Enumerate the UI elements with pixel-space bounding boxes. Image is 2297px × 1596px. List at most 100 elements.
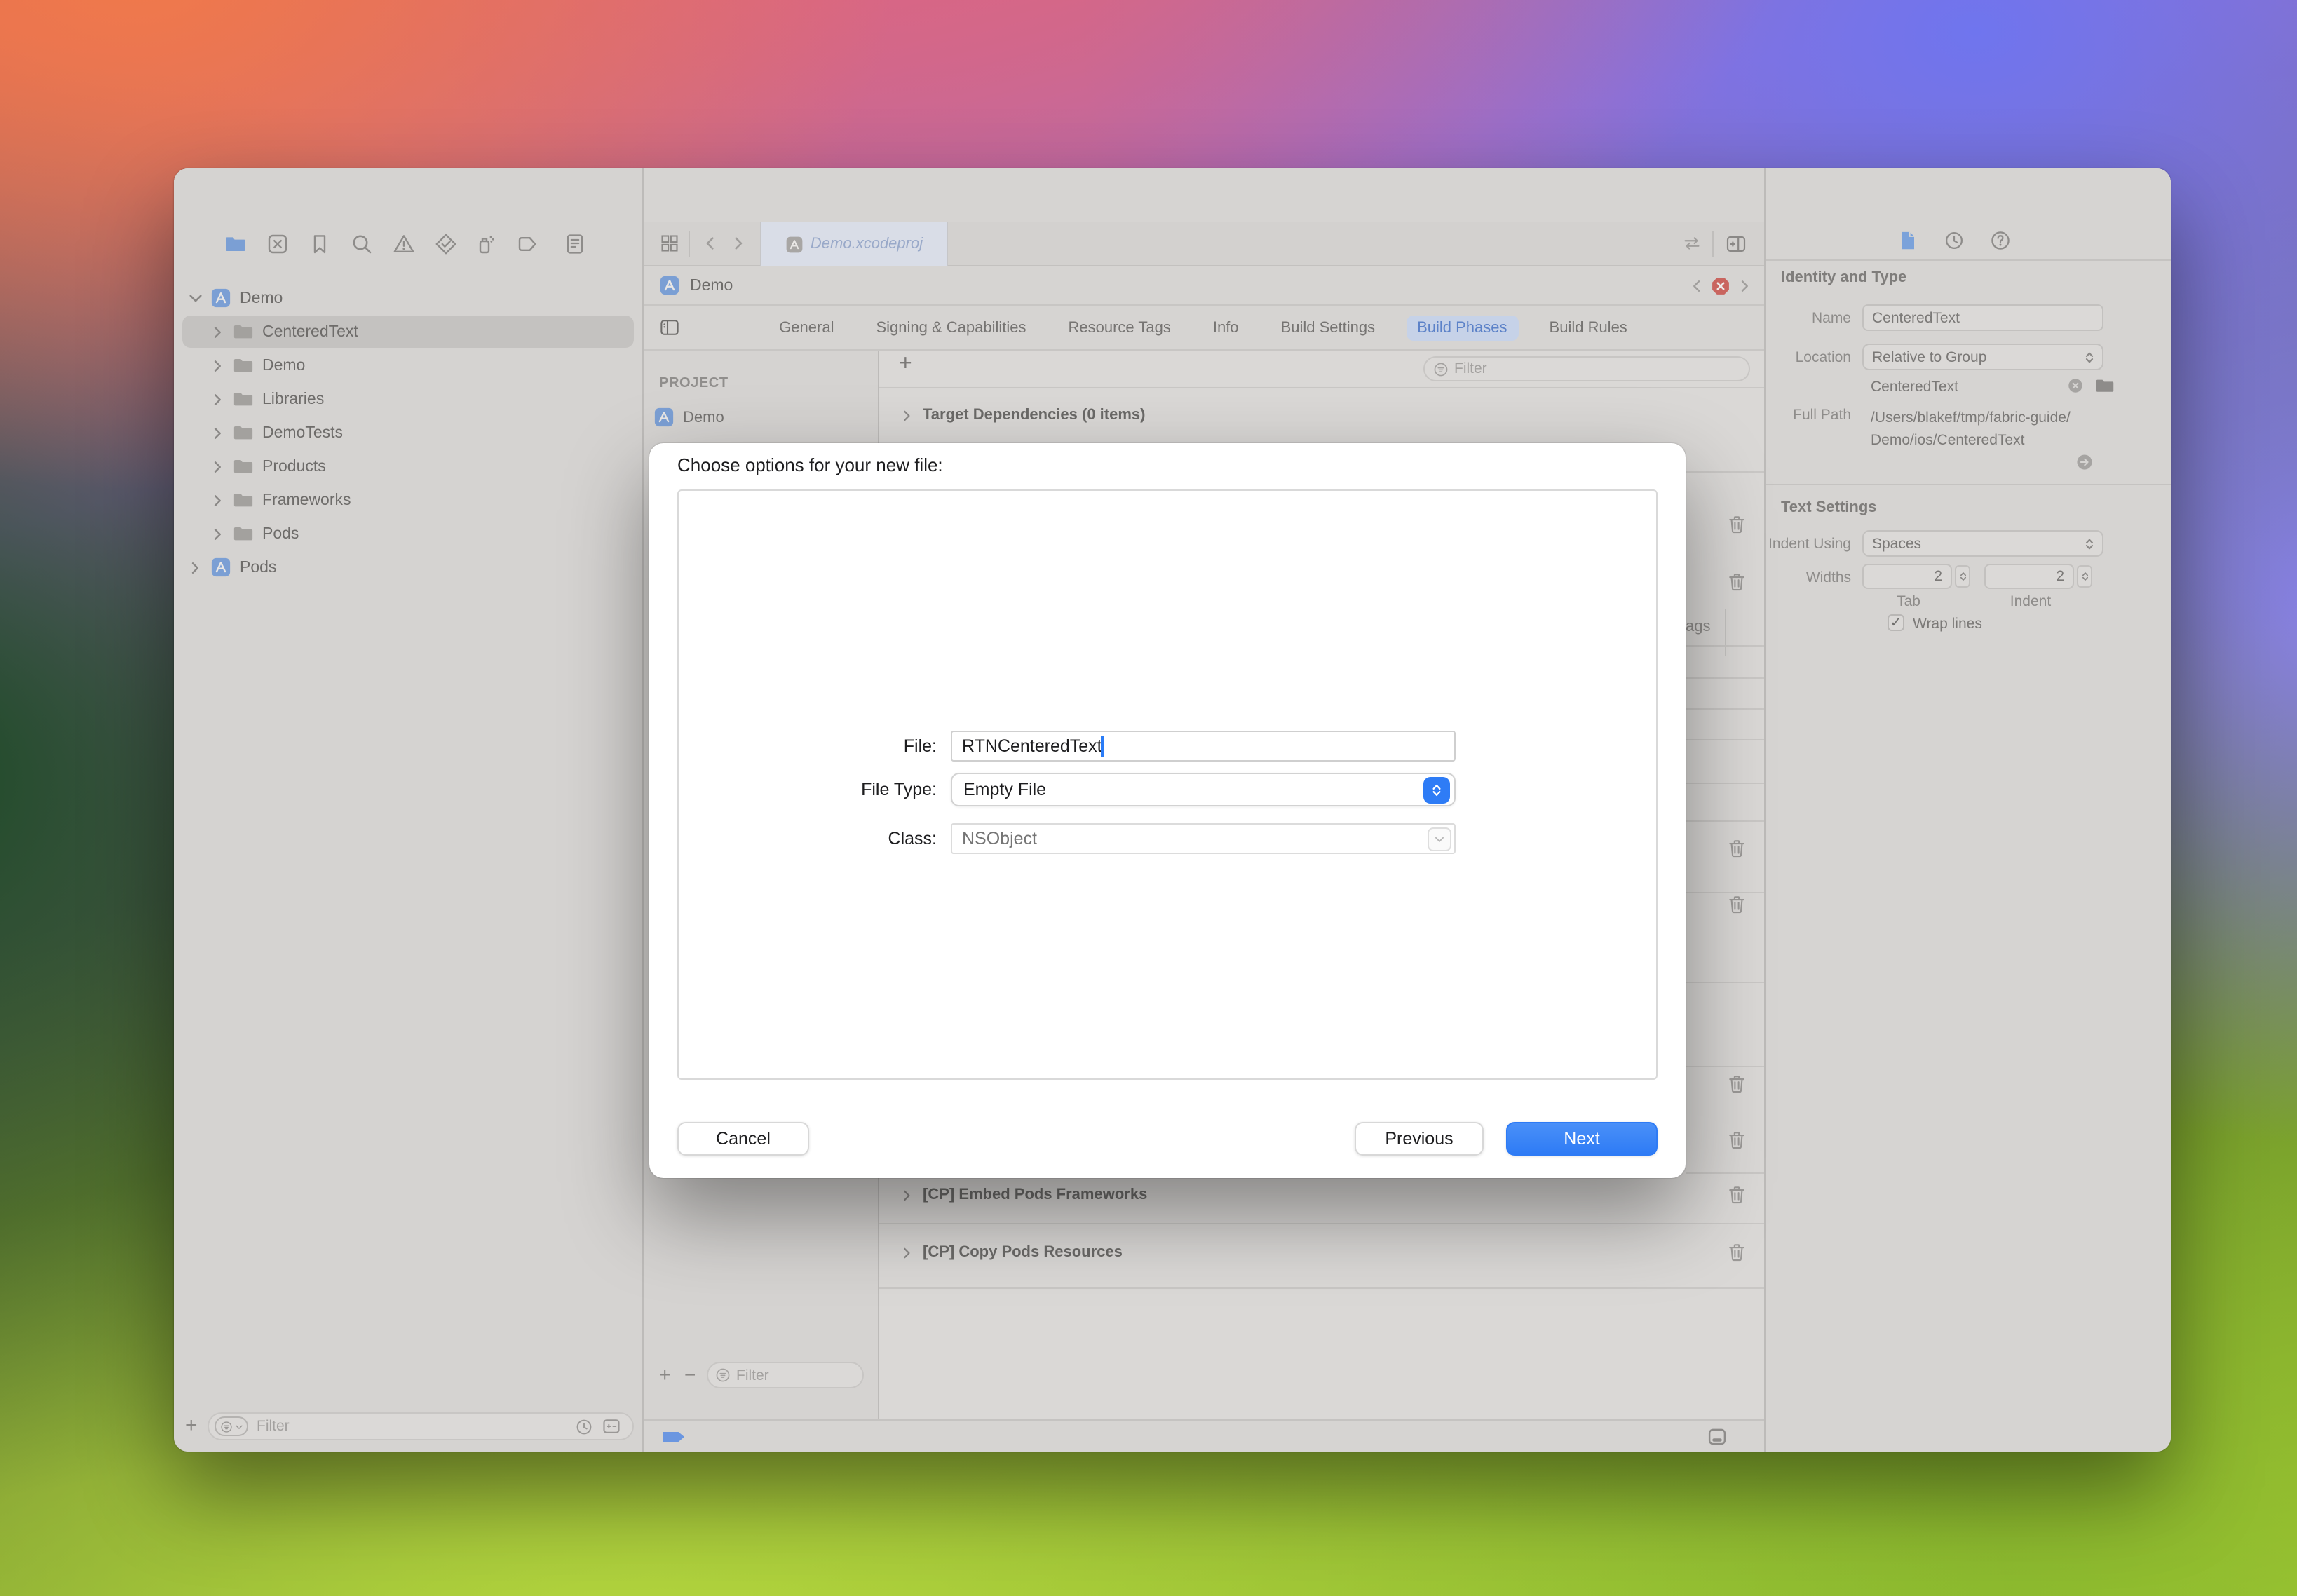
breakpoint-flag-icon[interactable] xyxy=(663,1429,684,1445)
separator xyxy=(1686,471,1764,473)
tree-row-demotests[interactable]: DemoTests xyxy=(174,417,642,449)
folder-icon xyxy=(233,355,254,376)
report-icon[interactable] xyxy=(564,233,586,255)
file-name-input[interactable] xyxy=(951,731,1456,762)
forward-icon[interactable] xyxy=(729,234,747,252)
tab-signing[interactable]: Signing & Capabilities xyxy=(865,315,1037,340)
recent-files-icon[interactable] xyxy=(575,1417,593,1435)
display-icon[interactable] xyxy=(1707,1426,1728,1447)
editor-swap-icon[interactable] xyxy=(1681,233,1702,254)
open-path-icon[interactable] xyxy=(2075,453,2094,471)
disclosure-open-icon[interactable] xyxy=(187,289,205,307)
phase-copy-pods-resources[interactable]: [CP] Copy Pods Resources xyxy=(899,1238,1123,1266)
tree-row-centeredtext[interactable]: CenteredText xyxy=(174,316,642,348)
disclosure-closed-icon[interactable] xyxy=(209,323,226,340)
trash-icon[interactable] xyxy=(1726,1073,1747,1095)
phase-embed-pods-frameworks[interactable]: [CP] Embed Pods Frameworks xyxy=(899,1181,1147,1209)
inspector-divider[interactable] xyxy=(1764,168,1766,1452)
project-item-demo[interactable]: Demo xyxy=(653,407,724,428)
disclosure-closed-icon[interactable] xyxy=(899,407,914,423)
trash-icon[interactable] xyxy=(1726,571,1747,593)
tab-demo-xcodeproj[interactable]: Demo.xcodeproj xyxy=(760,222,948,266)
tab-general[interactable]: General xyxy=(768,315,845,340)
previous-button[interactable]: Previous xyxy=(1355,1122,1484,1156)
navigator-filter-field[interactable]: Filter xyxy=(208,1412,634,1440)
disclosure-closed-icon[interactable] xyxy=(209,525,226,542)
disclosure-closed-icon[interactable] xyxy=(187,559,203,576)
bookmark-icon[interactable] xyxy=(309,233,331,255)
disclosure-closed-icon[interactable] xyxy=(209,492,226,508)
project-navigator-icon[interactable] xyxy=(224,233,247,255)
file-type-popup[interactable]: Empty File xyxy=(951,773,1456,806)
indent-width-stepper[interactable] xyxy=(2077,565,2092,588)
tree-row-pods[interactable]: Pods xyxy=(174,518,642,550)
issue-icon[interactable] xyxy=(393,233,415,255)
issue-badge-icon[interactable] xyxy=(1711,276,1730,295)
scm-status-icon[interactable] xyxy=(602,1416,621,1436)
debug-icon[interactable] xyxy=(474,233,496,255)
tab-build-rules[interactable]: Build Rules xyxy=(1538,315,1639,340)
source-control-icon[interactable] xyxy=(266,233,289,255)
tree-row-libraries[interactable]: Libraries xyxy=(174,383,642,415)
disclosure-closed-icon[interactable] xyxy=(209,357,226,374)
tree-row-demo[interactable]: Demo xyxy=(174,349,642,381)
folder-icon xyxy=(233,456,254,477)
file-inspector-icon[interactable] xyxy=(1897,230,1918,251)
clear-icon[interactable] xyxy=(2067,377,2084,394)
wrap-lines-checkbox[interactable]: ✓ xyxy=(1888,614,1904,631)
class-combo-input[interactable] xyxy=(951,823,1456,854)
breakpoint-icon[interactable] xyxy=(516,233,538,255)
trash-icon[interactable] xyxy=(1726,1184,1747,1206)
location-popup[interactable]: Relative to Group xyxy=(1862,344,2103,370)
add-file-button[interactable]: + xyxy=(185,1414,198,1438)
tab-width-field[interactable]: 2 xyxy=(1862,564,1952,589)
navigator-divider[interactable] xyxy=(642,168,644,1452)
issue-next-icon[interactable] xyxy=(1736,277,1753,294)
tree-row-frameworks[interactable]: Frameworks xyxy=(174,484,642,516)
tree-row-project-pods[interactable]: Pods xyxy=(174,551,642,583)
test-icon[interactable] xyxy=(435,233,457,255)
trash-icon[interactable] xyxy=(1726,513,1747,536)
indent-width-field[interactable]: 2 xyxy=(1984,564,2074,589)
indent-using-popup[interactable]: Spaces xyxy=(1862,530,2103,557)
tab-build-settings[interactable]: Build Settings xyxy=(1270,315,1387,340)
cancel-button[interactable]: Cancel xyxy=(677,1122,809,1156)
trash-icon[interactable] xyxy=(1726,893,1747,916)
tree-row-products[interactable]: Products xyxy=(174,450,642,482)
disclosure-closed-icon[interactable] xyxy=(899,1245,914,1260)
related-items-icon[interactable] xyxy=(659,233,680,254)
separator xyxy=(1686,982,1764,983)
remove-target-button[interactable]: − xyxy=(684,1363,696,1386)
quick-help-icon[interactable] xyxy=(1990,230,2011,251)
back-icon[interactable] xyxy=(701,234,719,252)
add-phase-button[interactable]: + xyxy=(899,352,912,377)
trash-icon[interactable] xyxy=(1726,1241,1747,1264)
tab-build-phases[interactable]: Build Phases xyxy=(1406,315,1518,340)
tab-resource-tags[interactable]: Resource Tags xyxy=(1057,315,1182,340)
tab-info[interactable]: Info xyxy=(1202,315,1250,340)
tab-width-stepper[interactable] xyxy=(1955,565,1970,588)
next-button[interactable]: Next xyxy=(1506,1122,1658,1156)
phase-target-dependencies[interactable]: Target Dependencies (0 items) xyxy=(899,401,1145,429)
choose-folder-icon[interactable] xyxy=(2095,376,2115,395)
tab-title: Demo.xcodeproj xyxy=(811,236,923,252)
split-editor-icon[interactable] xyxy=(1725,233,1747,255)
filter-menu-icon[interactable] xyxy=(215,1416,248,1436)
combo-chevron-icon[interactable] xyxy=(1428,827,1451,851)
name-field[interactable]: CenteredText xyxy=(1862,304,2103,331)
targets-filter-field[interactable]: Filter xyxy=(707,1362,864,1388)
disclosure-closed-icon[interactable] xyxy=(899,1187,914,1203)
disclosure-closed-icon[interactable] xyxy=(209,424,226,441)
trash-icon[interactable] xyxy=(1726,1129,1747,1151)
find-icon[interactable] xyxy=(351,233,373,255)
membership-panel-icon[interactable] xyxy=(659,317,680,338)
disclosure-closed-icon[interactable] xyxy=(209,391,226,407)
phases-filter-field[interactable]: Filter xyxy=(1423,356,1750,381)
jumpbar-item[interactable]: Demo xyxy=(690,277,733,294)
disclosure-closed-icon[interactable] xyxy=(209,458,226,475)
tree-row-project-demo[interactable]: Demo xyxy=(174,282,642,314)
history-inspector-icon[interactable] xyxy=(1944,230,1965,251)
trash-icon[interactable] xyxy=(1726,837,1747,860)
add-target-button[interactable]: + xyxy=(659,1363,670,1386)
issue-prev-icon[interactable] xyxy=(1688,277,1705,294)
